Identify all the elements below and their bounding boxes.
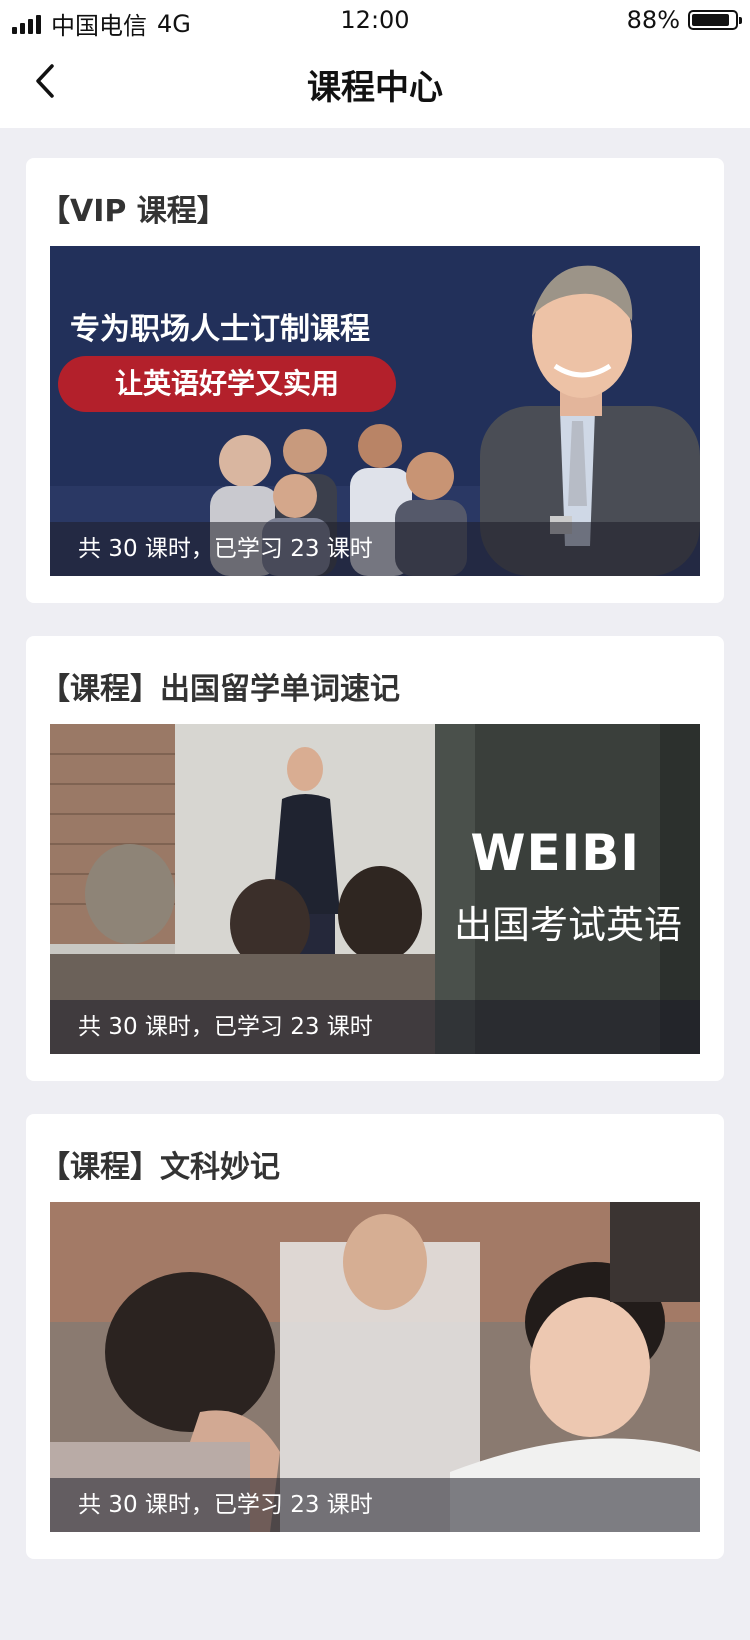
nav-bar: 课程中心 bbox=[0, 42, 750, 128]
course-card[interactable]: 【课程】出国留学单词速记 WEIBI 出国考试英语 共 30 课时，已学习 23… bbox=[26, 636, 724, 1081]
cover-subtitle: 出国考试英语 bbox=[453, 903, 682, 947]
top-bar: 中国电信 4G 12:00 88% 课程中心 bbox=[0, 0, 750, 128]
cover-headline: 专为职场人士订制课程 bbox=[70, 312, 370, 347]
cover-pill: 让英语好学又实用 bbox=[58, 356, 396, 412]
course-list: 【VIP 课程】 专为职场人士订制课程 让英语好学又实用 共 30 课时，已学习… bbox=[26, 158, 724, 1592]
course-cover-image[interactable]: 共 30 课时，已学习 23 课时 bbox=[50, 1202, 700, 1532]
course-progress: 共 30 课时，已学习 23 课时 bbox=[50, 522, 700, 576]
course-card[interactable]: 【课程】文科妙记 共 30 课时，已学习 23 课时 bbox=[26, 1114, 724, 1559]
course-progress: 共 30 课时，已学习 23 课时 bbox=[50, 1478, 700, 1532]
battery-icon bbox=[688, 10, 742, 30]
course-cover-image[interactable]: WEIBI 出国考试英语 共 30 课时，已学习 23 课时 bbox=[50, 724, 700, 1054]
cover-brand: WEIBI bbox=[470, 824, 640, 882]
status-bar: 中国电信 4G 12:00 88% bbox=[0, 0, 750, 42]
course-progress: 共 30 课时，已学习 23 课时 bbox=[50, 1000, 700, 1054]
page-title: 课程中心 bbox=[307, 68, 443, 108]
battery-percent: 88% bbox=[626, 6, 680, 34]
course-card[interactable]: 【VIP 课程】 专为职场人士订制课程 让英语好学又实用 共 30 课时，已学习… bbox=[26, 158, 724, 603]
course-title: 【课程】文科妙记 bbox=[40, 1150, 280, 1185]
course-title: 【VIP 课程】 bbox=[40, 194, 227, 229]
course-cover-image[interactable]: 专为职场人士订制课程 让英语好学又实用 共 30 课时，已学习 23 课时 bbox=[50, 246, 700, 576]
course-title: 【课程】出国留学单词速记 bbox=[40, 672, 400, 707]
